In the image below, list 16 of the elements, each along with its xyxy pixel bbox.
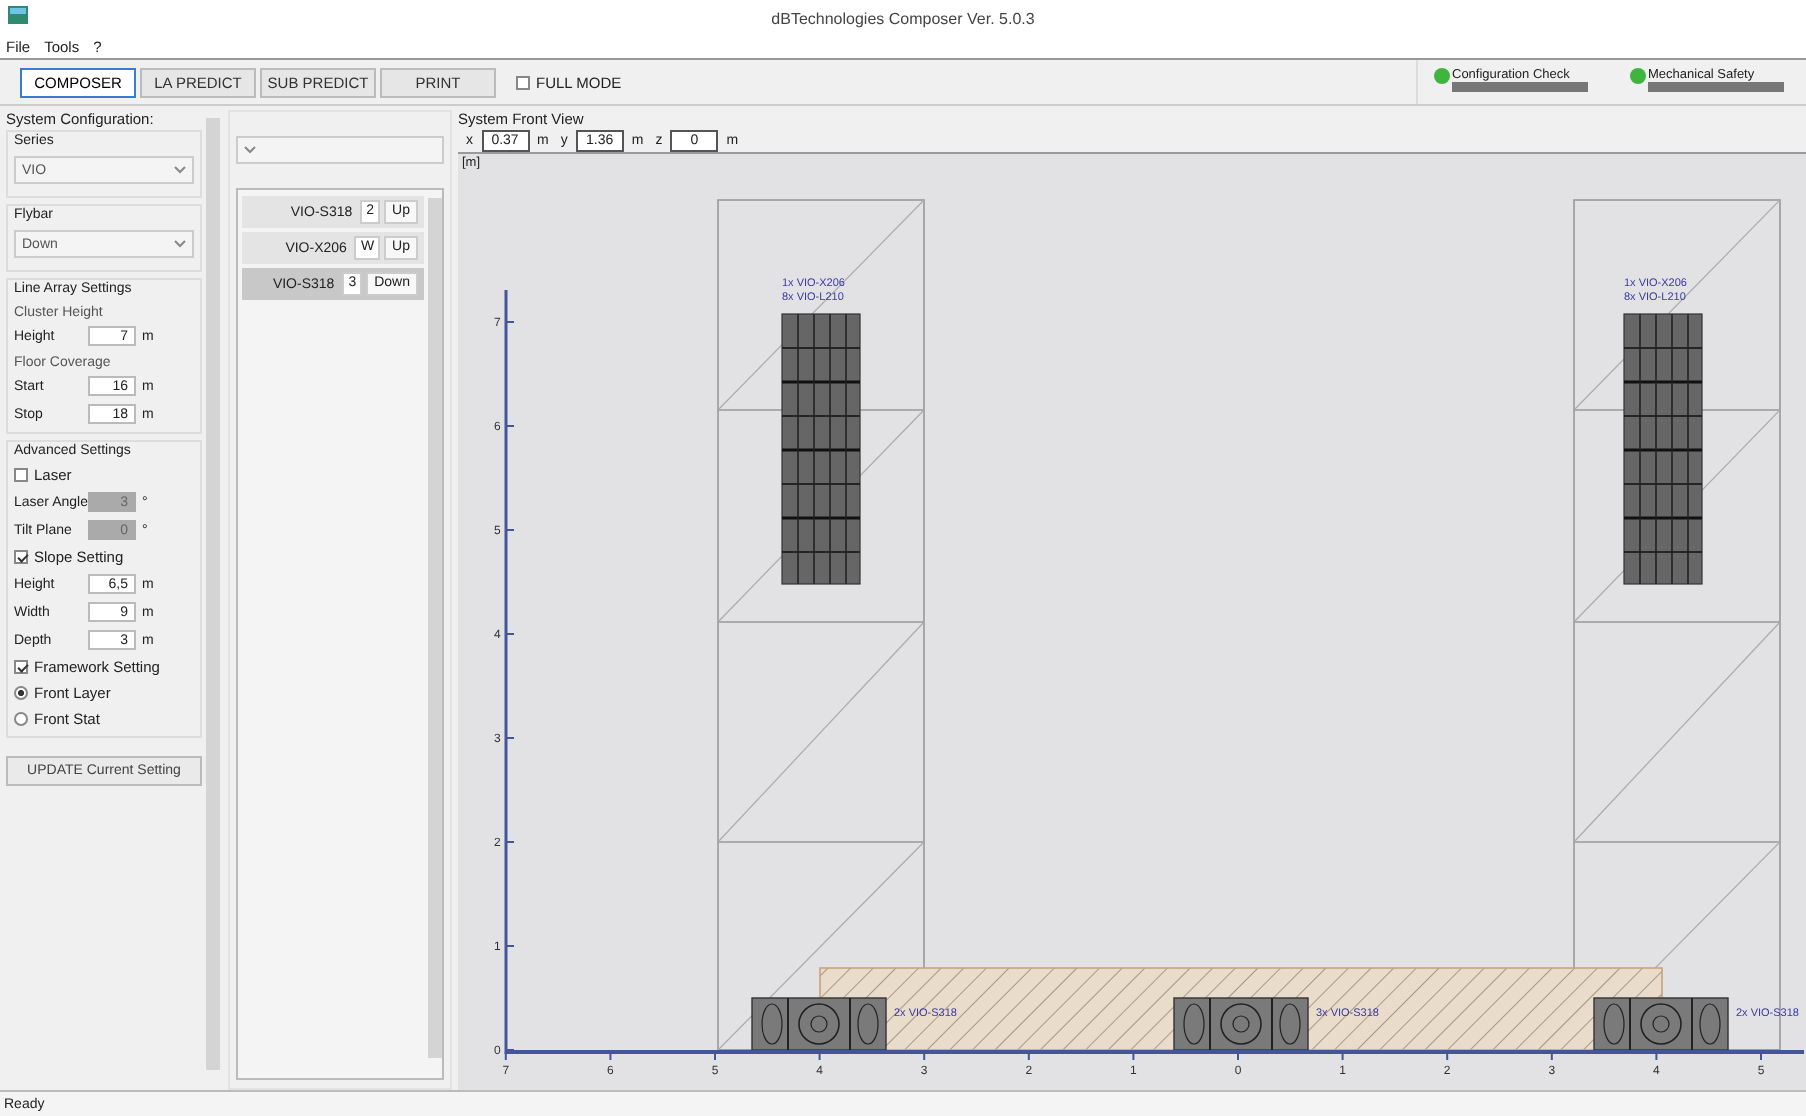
caret-icon <box>174 166 186 174</box>
subwoofer-drawing <box>751 997 887 1051</box>
checkbox[interactable] <box>14 550 28 564</box>
scrollbar[interactable] <box>206 118 220 1070</box>
subwoofer-drawing <box>1173 997 1309 1051</box>
scrollbar[interactable] <box>428 198 442 1058</box>
window-title: dBTechnologies Composer Ver. 5.0.3 <box>771 9 1035 27</box>
caret-icon <box>174 240 186 248</box>
checkbox[interactable] <box>516 75 530 89</box>
checkbox[interactable] <box>14 660 28 674</box>
radio-button[interactable] <box>14 712 28 726</box>
app-icon <box>8 6 28 24</box>
subwoofer-drawing <box>1593 997 1729 1051</box>
checkbox[interactable] <box>14 468 28 482</box>
radio-button[interactable] <box>14 686 28 700</box>
caret-icon <box>244 146 256 154</box>
